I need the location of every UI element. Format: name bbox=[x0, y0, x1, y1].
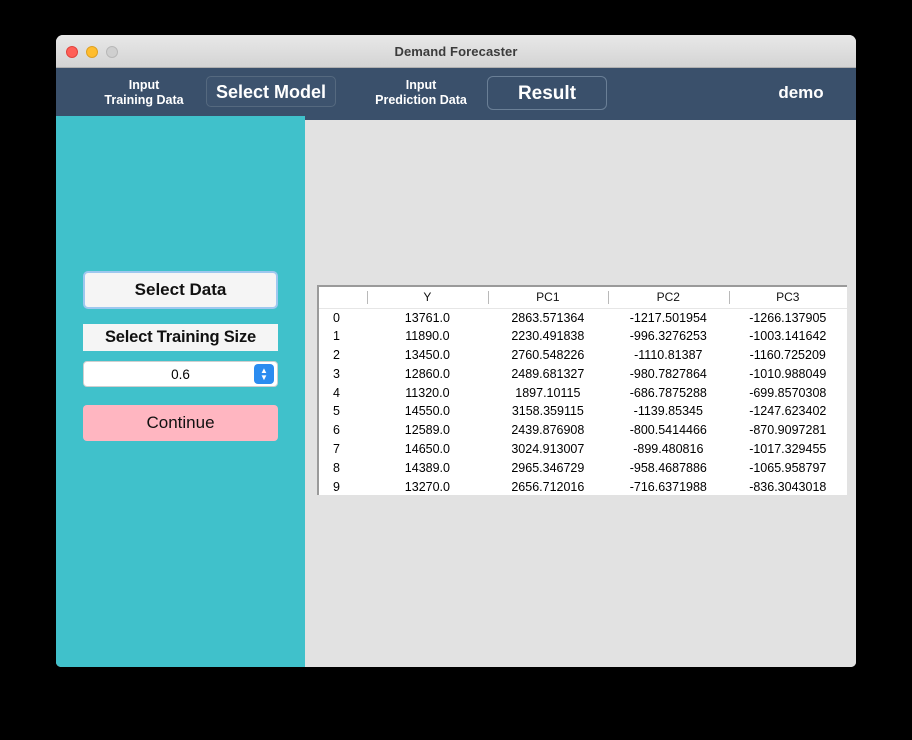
table-row[interactable]: 6 12589.0 2439.876908 -800.5414466 -870.9097… bbox=[319, 421, 847, 440]
application-window: Demand Forecaster Input Training Data Se… bbox=[56, 35, 856, 667]
table-cell: 3024.913007 bbox=[511, 441, 585, 456]
stepper-up-down-icon[interactable]: ▲ ▼ bbox=[254, 364, 274, 384]
data-table-container[interactable]: Y PC1 PC2 PC3 0 13761.0 2863.571364 -1217.5… bbox=[317, 285, 847, 495]
column-header-index[interactable] bbox=[319, 287, 368, 309]
table-cell: 2656.712016 bbox=[511, 479, 585, 494]
maximize-window-button[interactable] bbox=[106, 45, 118, 58]
select-data-button[interactable]: Select Data bbox=[83, 271, 278, 309]
table-cell: -716.6371988 bbox=[629, 479, 707, 494]
close-window-button[interactable] bbox=[66, 45, 78, 58]
table-cell: -1003.141642 bbox=[749, 329, 827, 344]
column-header-pc2[interactable]: PC2 bbox=[608, 287, 729, 309]
table-cell: -958.4687886 bbox=[629, 460, 707, 475]
table-row[interactable]: 2 13450.0 2760.548226 -1110.81387 -1160.7252… bbox=[319, 346, 847, 365]
table-cell: -800.5414466 bbox=[629, 423, 707, 438]
table-cell: 13270.0 bbox=[404, 479, 450, 494]
table-cell: 11890.0 bbox=[405, 329, 450, 344]
table-row[interactable]: 3 12860.0 2489.681327 -980.7827864 -1010.988… bbox=[319, 364, 847, 383]
table-cell: -980.7827864 bbox=[629, 366, 707, 381]
nav-item-input-training-data[interactable]: Input Training Data bbox=[74, 78, 214, 108]
table-cell: -1010.988049 bbox=[749, 366, 827, 381]
table-row[interactable]: 7 14650.0 3024.913007 -899.480816 -1017.3294… bbox=[319, 440, 847, 459]
table-cell: 12860.0 bbox=[404, 366, 450, 381]
column-header-pc3[interactable]: PC3 bbox=[728, 287, 847, 309]
table-cell: 1897.10115 bbox=[515, 385, 581, 400]
table-cell: -996.3276253 bbox=[629, 329, 707, 344]
nav-item-select-model[interactable]: Select Model bbox=[206, 76, 336, 107]
column-header-pc1[interactable]: PC1 bbox=[487, 287, 609, 309]
table-cell: 2230.491838 bbox=[511, 329, 585, 344]
row-index-cell: 9 bbox=[333, 479, 340, 494]
table-cell: -1160.725209 bbox=[749, 347, 826, 362]
table-row[interactable]: 8 14389.0 2965.346729 -958.4687886 -1065.958… bbox=[319, 458, 847, 477]
traffic-light-controls bbox=[66, 35, 118, 68]
window-title: Demand Forecaster bbox=[394, 43, 518, 59]
table-cell: -836.3043018 bbox=[749, 479, 827, 494]
table-cell: -1017.329455 bbox=[749, 441, 827, 456]
chevron-down-icon: ▼ bbox=[260, 373, 268, 382]
table-row[interactable]: 9 13270.0 2656.712016 -716.6371988 -836.3043… bbox=[319, 477, 847, 495]
table-cell: 14389.0 bbox=[404, 460, 450, 475]
window-content: Select Data Select Training Size 0.6 ▲ ▼… bbox=[56, 120, 856, 667]
table-cell: 2965.346729 bbox=[511, 460, 585, 475]
table-cell: -1139.85345 bbox=[633, 404, 703, 419]
table-row[interactable]: 0 13761.0 2863.571364 -1217.501954 -1266.137… bbox=[319, 308, 847, 327]
row-index-cell: 8 bbox=[333, 460, 340, 475]
pca-data-table: Y PC1 PC2 PC3 0 13761.0 2863.571364 -1217.5… bbox=[319, 287, 847, 495]
table-cell: 2863.571364 bbox=[511, 310, 585, 325]
table-row[interactable]: 1 11890.0 2230.491838 -996.3276253 -1003.141… bbox=[319, 327, 847, 346]
select-training-size-label: Select Training Size bbox=[83, 324, 278, 351]
table-cell: 11320.0 bbox=[405, 385, 450, 400]
table-header-row: Y PC1 PC2 PC3 bbox=[319, 287, 847, 309]
nav-item-input-prediction-data[interactable]: Input Prediction Data bbox=[346, 78, 496, 108]
column-header-y[interactable]: Y bbox=[367, 287, 488, 309]
table-cell: 2760.548226 bbox=[511, 347, 585, 362]
table-row[interactable]: 4 11320.0 1897.10115 -686.7875288 -699.85703… bbox=[319, 383, 847, 402]
row-index-cell: 3 bbox=[333, 366, 340, 381]
table-row[interactable]: 5 14550.0 3158.359115 -1139.85345 -1247.6234… bbox=[319, 402, 847, 421]
table-cell: 2489.681327 bbox=[511, 366, 585, 381]
table-cell: -1266.137905 bbox=[749, 310, 827, 325]
window-titlebar: Demand Forecaster bbox=[56, 35, 856, 68]
table-cell: 13761.0 bbox=[404, 310, 450, 325]
training-size-value: 0.6 bbox=[171, 366, 190, 382]
table-cell: -1065.958797 bbox=[749, 460, 827, 475]
user-label-demo[interactable]: demo bbox=[746, 84, 856, 101]
table-cell: 12589.0 bbox=[404, 423, 450, 438]
row-index-cell: 6 bbox=[333, 423, 340, 438]
row-index-cell: 4 bbox=[333, 385, 340, 400]
table-cell: -899.480816 bbox=[633, 441, 704, 456]
table-cell: -1110.81387 bbox=[634, 347, 703, 362]
main-panel: Y PC1 PC2 PC3 0 13761.0 2863.571364 -1217.5… bbox=[305, 120, 856, 667]
table-cell: -1217.501954 bbox=[629, 310, 707, 325]
table-cell: 3158.359115 bbox=[511, 404, 584, 419]
table-cell: 13450.0 bbox=[404, 347, 450, 362]
table-cell: -1247.623402 bbox=[749, 404, 827, 419]
table-cell: -699.8570308 bbox=[749, 385, 827, 400]
table-cell: 14650.0 bbox=[404, 441, 450, 456]
minimize-window-button[interactable] bbox=[86, 45, 98, 58]
navigation-bar: Input Training Data Select Model Input P… bbox=[56, 68, 856, 120]
row-index-cell: 1 bbox=[333, 329, 340, 344]
nav-item-result[interactable]: Result bbox=[487, 76, 607, 110]
training-size-select[interactable]: 0.6 ▲ ▼ bbox=[83, 361, 278, 387]
row-index-cell: 0 bbox=[333, 310, 340, 325]
table-cell: -870.9097281 bbox=[749, 423, 827, 438]
table-cell: 14550.0 bbox=[404, 404, 450, 419]
row-index-cell: 2 bbox=[333, 347, 340, 362]
row-index-cell: 5 bbox=[333, 404, 340, 419]
table-body: 0 13761.0 2863.571364 -1217.501954 -1266.137… bbox=[319, 308, 847, 495]
table-cell: -686.7875288 bbox=[629, 385, 707, 400]
sidebar-panel: Select Data Select Training Size 0.6 ▲ ▼… bbox=[56, 120, 305, 667]
continue-button[interactable]: Continue bbox=[83, 405, 278, 441]
table-cell: 2439.876908 bbox=[511, 423, 585, 438]
row-index-cell: 7 bbox=[333, 441, 340, 456]
